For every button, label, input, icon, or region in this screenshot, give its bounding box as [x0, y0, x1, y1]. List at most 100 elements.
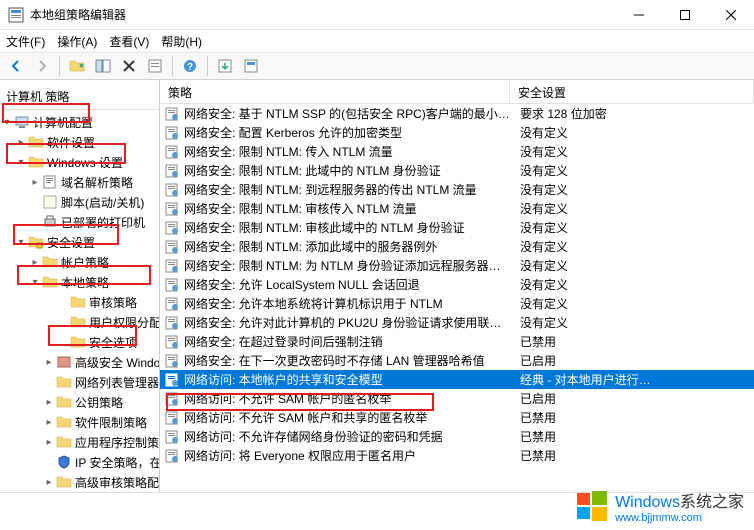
menu-bar: 文件(F) 操作(A) 查看(V) 帮助(H)	[0, 30, 754, 52]
export-button[interactable]	[213, 54, 237, 78]
separator	[59, 56, 60, 76]
list-row[interactable]: 网络安全: 允许本地系统将计算机标识用于 NTLM没有定义	[160, 294, 754, 313]
maximize-button[interactable]	[662, 0, 708, 30]
tree-network-list[interactable]: 网络列表管理器	[0, 372, 159, 392]
tree-security-settings[interactable]: ▾安全设置	[0, 232, 159, 252]
row-policy: 网络安全: 限制 NTLM: 添加此域中的服务器例外	[184, 238, 514, 255]
tree-security-options[interactable]: 安全选项	[0, 332, 159, 352]
menu-help[interactable]: 帮助(H)	[161, 33, 202, 50]
forward-button[interactable]	[30, 54, 54, 78]
filter-button[interactable]	[239, 54, 263, 78]
list-row[interactable]: 网络安全: 限制 NTLM: 审核此域中的 NTLM 身份验证没有定义	[160, 218, 754, 237]
show-hide-tree-button[interactable]	[91, 54, 115, 78]
tree-audit-policy[interactable]: 审核策略	[0, 292, 159, 312]
chevron-down-icon: ▾	[14, 237, 28, 248]
minimize-button[interactable]	[616, 0, 662, 30]
firewall-icon	[56, 354, 72, 370]
list-header: 策略 安全设置	[160, 80, 754, 104]
separator	[172, 56, 173, 76]
list-row[interactable]: 网络安全: 限制 NTLM: 添加此域中的服务器例外没有定义	[160, 237, 754, 256]
tree-adv-firewall[interactable]: ▸高级安全 Windows	[0, 352, 159, 372]
tree-windows-settings[interactable]: ▾Windows 设置	[0, 152, 159, 172]
list-row[interactable]: 网络安全: 限制 NTLM: 为 NTLM 身份验证添加远程服务器…没有定义	[160, 256, 754, 275]
shield-icon	[56, 454, 72, 470]
row-setting: 没有定义	[514, 257, 754, 274]
app-icon	[8, 7, 24, 23]
row-policy: 网络访问: 本地帐户的共享和安全模型	[184, 371, 514, 388]
tree-app-control[interactable]: ▸应用程序控制策略	[0, 432, 159, 452]
list-row[interactable]: 网络安全: 配置 Kerberos 允许的加密类型没有定义	[160, 123, 754, 142]
chevron-right-icon: ▸	[14, 137, 28, 148]
tree-adv-audit[interactable]: ▸高级审核策略配置	[0, 472, 159, 492]
row-policy: 网络安全: 允许 LocalSystem NULL 会话回退	[184, 276, 514, 293]
chevron-right-icon: ▸	[28, 257, 42, 268]
list-row[interactable]: 网络访问: 不允许 SAM 帐户的匿名枚举已启用	[160, 389, 754, 408]
delete-button[interactable]	[117, 54, 141, 78]
row-policy: 网络安全: 限制 NTLM: 审核传入 NTLM 流量	[184, 200, 514, 217]
list-row[interactable]: 网络安全: 允许对此计算机的 PKU2U 身份验证请求使用联…没有定义	[160, 313, 754, 332]
row-policy: 网络安全: 限制 NTLM: 为 NTLM 身份验证添加远程服务器…	[184, 257, 514, 274]
tree-local-policy[interactable]: ▾本地策略	[0, 272, 159, 292]
list-row[interactable]: 网络安全: 允许 LocalSystem NULL 会话回退没有定义	[160, 275, 754, 294]
properties-button[interactable]	[143, 54, 167, 78]
list-row[interactable]: 网络安全: 限制 NTLM: 到远程服务器的传出 NTLM 流量没有定义	[160, 180, 754, 199]
watermark: Windows系统之家 www.bjjmmw.com	[575, 488, 744, 524]
tree-scripts[interactable]: 脚本(启动/关机)	[0, 192, 159, 212]
chevron-right-icon: ▸	[42, 417, 56, 428]
row-setting: 没有定义	[514, 143, 754, 160]
row-setting: 没有定义	[514, 314, 754, 331]
row-setting: 没有定义	[514, 181, 754, 198]
tree-software-restrict[interactable]: ▸软件限制策略	[0, 412, 159, 432]
tree-user-rights[interactable]: 用户权限分配	[0, 312, 159, 332]
chevron-right-icon: ▸	[28, 177, 42, 188]
tree-pane[interactable]: 计算机 策略 ▾计算机配置 ▸软件设置 ▾Windows 设置 ▸域名解析策略 …	[0, 80, 160, 492]
tree-dns[interactable]: ▸域名解析策略	[0, 172, 159, 192]
list-row[interactable]: 网络安全: 在超过登录时间后强制注销已禁用	[160, 332, 754, 351]
menu-file[interactable]: 文件(F)	[6, 33, 45, 50]
list-row[interactable]: 网络访问: 将 Everyone 权限应用于匿名用户已禁用	[160, 446, 754, 465]
list-row[interactable]: 网络访问: 不允许存储网络身份验证的密码和凭据已禁用	[160, 427, 754, 446]
tree-header: 计算机 策略	[0, 84, 159, 110]
row-policy: 网络安全: 限制 NTLM: 此域中的 NTLM 身份验证	[184, 162, 514, 179]
title-bar: 本地组策略编辑器	[0, 0, 754, 30]
tree-account-policy[interactable]: ▸帐户策略	[0, 252, 159, 272]
menu-action[interactable]: 操作(A)	[57, 33, 97, 50]
list-row[interactable]: 网络访问: 不允许 SAM 帐户和共享的匿名枚举已禁用	[160, 408, 754, 427]
row-setting: 没有定义	[514, 219, 754, 236]
col-header-policy[interactable]: 策略	[160, 80, 510, 103]
tree-software[interactable]: ▸软件设置	[0, 132, 159, 152]
policy-item-icon	[164, 277, 180, 293]
row-setting: 没有定义	[514, 162, 754, 179]
tree-public-key[interactable]: ▸公钥策略	[0, 392, 159, 412]
folder-icon	[56, 374, 72, 390]
folder-icon	[56, 474, 72, 490]
tree-ip-security[interactable]: IP 安全策略，在	[0, 452, 159, 472]
up-button[interactable]	[65, 54, 89, 78]
windows-logo-icon	[575, 489, 609, 523]
svg-text:?: ?	[187, 62, 193, 73]
help-button[interactable]: ?	[178, 54, 202, 78]
col-header-setting[interactable]: 安全设置	[510, 80, 754, 103]
back-button[interactable]	[4, 54, 28, 78]
list-row[interactable]: 网络安全: 限制 NTLM: 审核传入 NTLM 流量没有定义	[160, 199, 754, 218]
list-row[interactable]: 网络访问: 本地帐户的共享和安全模型经典 - 对本地用户进行…	[160, 370, 754, 389]
menu-view[interactable]: 查看(V)	[109, 33, 149, 50]
watermark-brand: Windows	[615, 494, 680, 511]
row-setting: 没有定义	[514, 200, 754, 217]
list-row[interactable]: 网络安全: 在下一次更改密码时不存储 LAN 管理器哈希值已启用	[160, 351, 754, 370]
close-button[interactable]	[708, 0, 754, 30]
tree-computer-config[interactable]: ▾计算机配置	[0, 112, 159, 132]
separator	[207, 56, 208, 76]
row-policy: 网络安全: 配置 Kerberos 允许的加密类型	[184, 124, 514, 141]
policy-item-icon	[164, 391, 180, 407]
policy-list[interactable]: 策略 安全设置 网络安全: 基于 NTLM SSP 的(包括安全 RPC)客户端…	[160, 80, 754, 492]
folder-icon	[42, 254, 58, 270]
list-row[interactable]: 网络安全: 基于 NTLM SSP 的(包括安全 RPC)客户端的最小…要求 1…	[160, 104, 754, 123]
list-row[interactable]: 网络安全: 限制 NTLM: 传入 NTLM 流量没有定义	[160, 142, 754, 161]
lock-folder-icon	[28, 234, 44, 250]
policy-item-icon	[164, 258, 180, 274]
tree-printers[interactable]: 已部署的打印机	[0, 212, 159, 232]
row-policy: 网络安全: 限制 NTLM: 审核此域中的 NTLM 身份验证	[184, 219, 514, 236]
chevron-right-icon: ▸	[42, 437, 56, 448]
list-row[interactable]: 网络安全: 限制 NTLM: 此域中的 NTLM 身份验证没有定义	[160, 161, 754, 180]
